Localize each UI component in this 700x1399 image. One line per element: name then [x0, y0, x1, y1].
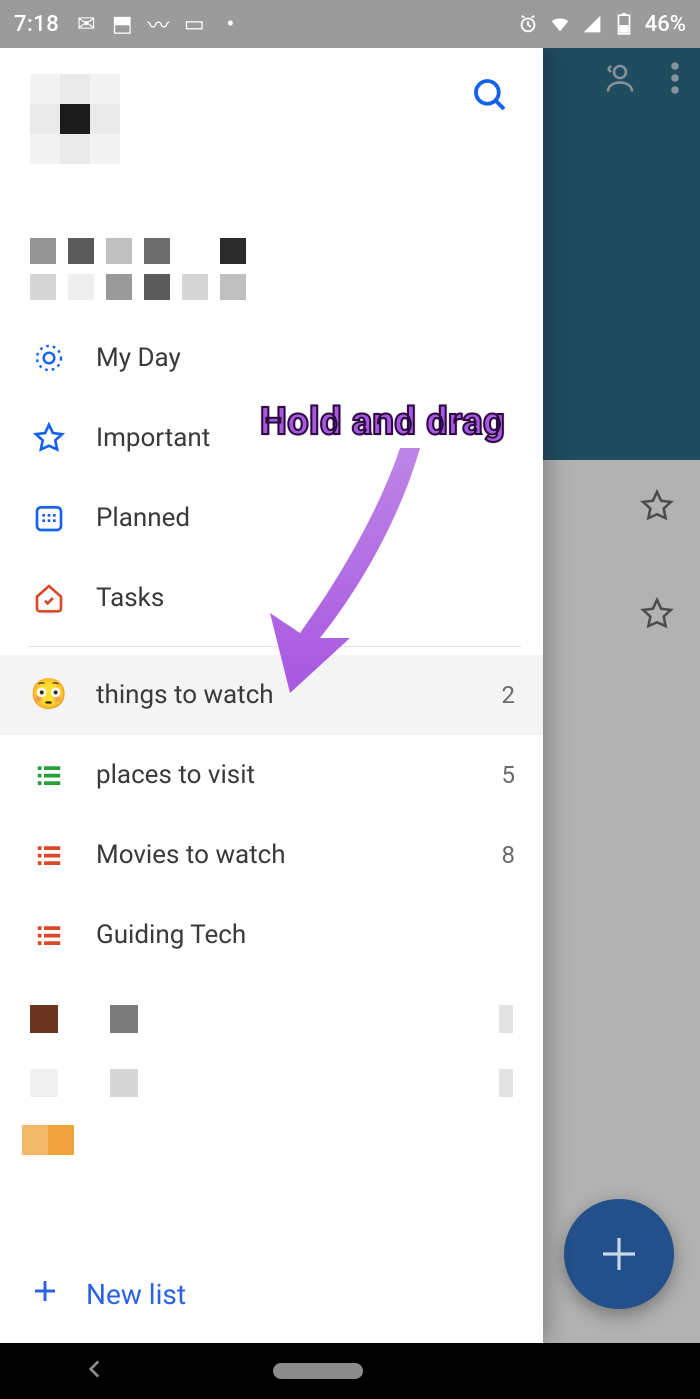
sidebar-item-tasks[interactable]: Tasks	[0, 558, 543, 638]
sidebar-list-redacted[interactable]	[0, 987, 543, 1051]
sidebar-list-guiding-tech[interactable]: Guiding Tech	[0, 895, 543, 975]
sidebar-item-planned[interactable]: Planned	[0, 478, 543, 558]
mail-icon: ✉	[75, 13, 97, 35]
home-pill[interactable]	[273, 1363, 363, 1379]
sun-icon	[32, 341, 66, 375]
list-green-icon	[32, 758, 66, 792]
sidebar-list-movies-to-watch[interactable]: Movies to watch 8	[0, 815, 543, 895]
nav-label: My Day	[96, 343, 181, 373]
user-name-redacted	[30, 238, 521, 264]
battery-percent: 46%	[645, 12, 686, 37]
calendar-icon	[32, 501, 66, 535]
list-label: places to visit	[96, 760, 255, 790]
sidebar-item-my-day[interactable]: My Day	[0, 318, 543, 398]
list-label: things to watch	[96, 680, 274, 710]
sidebar-list-redacted[interactable]	[0, 1051, 543, 1115]
nav-label: Tasks	[96, 583, 164, 613]
sidebar-list-places-to-visit[interactable]: places to visit 5	[0, 735, 543, 815]
wifi-icon	[549, 13, 571, 35]
status-bar: 7:18 ✉ ⬒ 〰 ▭ • 46%	[0, 0, 700, 48]
alarm-icon	[517, 13, 539, 35]
user-avatar[interactable]	[30, 74, 170, 214]
star-icon	[32, 421, 66, 455]
divider	[28, 646, 521, 647]
user-email-redacted	[30, 274, 521, 300]
sidebar-drawer: My Day Important Planned Tasks 😳 things …	[0, 48, 543, 1343]
new-list-button[interactable]: New list	[0, 1254, 543, 1343]
inbox-icon: ⬒	[111, 13, 133, 35]
list-count: 8	[502, 841, 516, 869]
plus-icon	[30, 1276, 60, 1313]
list-label: Movies to watch	[96, 840, 286, 870]
android-nav-bar	[0, 1343, 700, 1399]
dot-icon: •	[219, 13, 241, 35]
list-red-icon	[32, 838, 66, 872]
clock-time: 7:18	[14, 12, 59, 37]
battery-icon	[613, 13, 635, 35]
nav-label: Important	[96, 423, 210, 453]
search-button[interactable]	[469, 74, 511, 120]
add-task-fab[interactable]	[564, 1199, 674, 1309]
new-list-label: New list	[86, 1278, 186, 1311]
emoji-flushed-icon: 😳	[32, 678, 66, 712]
mustache-icon: 〰	[147, 13, 169, 35]
sidebar-list-things-to-watch[interactable]: 😳 things to watch 2	[0, 655, 543, 735]
annotation-text: Hold and drag	[260, 400, 505, 444]
home-check-icon	[32, 581, 66, 615]
list-count: 2	[502, 681, 516, 709]
list-count: 5	[502, 761, 516, 789]
list-red-icon	[32, 918, 66, 952]
nav-label: Planned	[96, 503, 190, 533]
color-swatch-icon	[22, 1125, 48, 1155]
list-label: Guiding Tech	[96, 920, 246, 950]
back-button[interactable]	[82, 1356, 108, 1386]
signal-icon	[581, 13, 603, 35]
card-icon: ▭	[183, 13, 205, 35]
